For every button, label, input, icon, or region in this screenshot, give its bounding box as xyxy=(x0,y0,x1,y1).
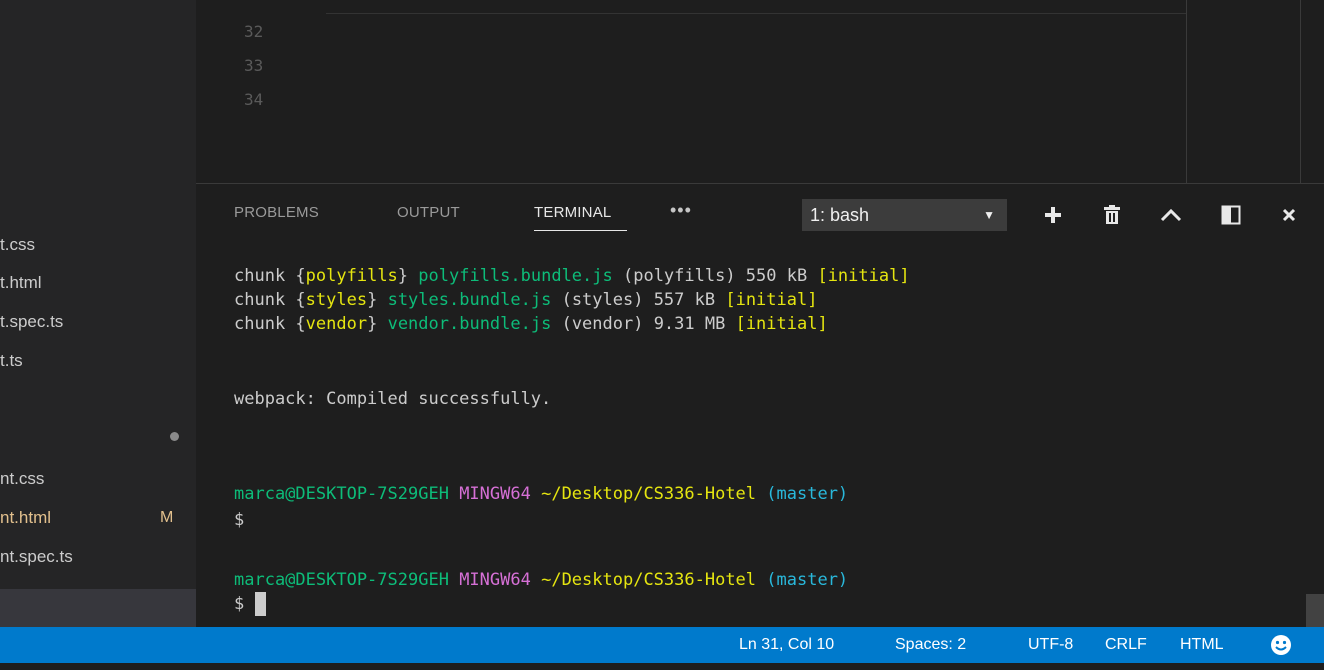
file-item[interactable]: t.css xyxy=(0,233,196,257)
bottom-panel: PROBLEMS OUTPUT TERMINAL ••• 1: bash ▼ c… xyxy=(196,183,1324,628)
file-name: nt.css xyxy=(0,469,45,488)
tab-problems[interactable]: PROBLEMS xyxy=(234,204,319,221)
smiley-icon[interactable] xyxy=(1270,634,1292,656)
tab-output[interactable]: OUTPUT xyxy=(397,204,460,221)
terminal-prompt: marca@DESKTOP-7S29GEH MINGW64 ~/Desktop/… xyxy=(234,484,849,504)
file-name: nt.spec.ts xyxy=(0,547,73,566)
file-name: t.spec.ts xyxy=(0,312,64,331)
scrollbar-ruler xyxy=(1300,0,1301,183)
language-mode[interactable]: HTML xyxy=(1180,627,1224,663)
terminal-output[interactable]: chunk {polyfills} polyfills.bundle.js (p… xyxy=(234,264,1294,616)
git-status-badge: M xyxy=(160,509,174,526)
editor-scroll-shadow xyxy=(326,13,1186,14)
close-icon[interactable] xyxy=(1274,200,1304,230)
file-name: nt.html xyxy=(0,508,52,527)
file-item[interactable]: t.html xyxy=(0,271,196,295)
code-editor[interactable]: 32 33 34 xyxy=(196,0,1324,183)
file-item-modified[interactable]: nt.html M xyxy=(0,506,196,530)
unsaved-dot-icon xyxy=(170,432,179,441)
tab-terminal[interactable]: TERMINAL xyxy=(534,204,611,221)
status-bar: Ln 31, Col 10 Spaces: 2 UTF-8 CRLF HTML xyxy=(0,627,1324,663)
split-panel-icon[interactable] xyxy=(1216,200,1246,230)
encoding-setting[interactable]: UTF-8 xyxy=(1028,627,1073,663)
chevron-down-icon: ▼ xyxy=(983,208,995,222)
terminal-line: chunk {vendor} vendor.bundle.js (vendor)… xyxy=(234,314,828,334)
plus-icon[interactable] xyxy=(1038,200,1068,230)
explorer-sidebar: t.css t.html t.spec.ts t.ts nt.css nt.ht… xyxy=(0,0,196,627)
file-item[interactable]: nt.css xyxy=(0,467,196,491)
file-item[interactable]: t.spec.ts xyxy=(0,310,196,334)
terminal-select-value: 1: bash xyxy=(810,205,870,225)
terminal-scrollbar[interactable] xyxy=(1306,594,1324,628)
line-number: 33 xyxy=(244,56,264,75)
chevron-up-icon[interactable] xyxy=(1156,200,1186,230)
file-name: t.css xyxy=(0,235,35,254)
eol-setting[interactable]: CRLF xyxy=(1105,627,1147,663)
file-item[interactable]: t.ts xyxy=(0,349,196,373)
line-number: 34 xyxy=(244,90,264,109)
terminal-prompt-symbol: $ xyxy=(234,510,245,530)
terminal-cursor xyxy=(254,592,266,616)
more-actions-icon[interactable]: ••• xyxy=(670,200,692,221)
sidebar-selected-row[interactable] xyxy=(0,589,196,627)
file-item[interactable]: nt.spec.ts xyxy=(0,545,196,569)
terminal-line: chunk {styles} styles.bundle.js (styles)… xyxy=(234,290,818,310)
cursor-position[interactable]: Ln 31, Col 10 xyxy=(739,627,834,663)
terminal-line: webpack: Compiled successfully. xyxy=(234,389,552,409)
terminal-select[interactable]: 1: bash ▼ xyxy=(802,199,1007,231)
file-name: t.ts xyxy=(0,351,23,370)
indentation-setting[interactable]: Spaces: 2 xyxy=(895,627,966,663)
terminal-line: chunk {polyfills} polyfills.bundle.js (p… xyxy=(234,266,910,286)
line-number: 32 xyxy=(244,22,264,41)
terminal-prompt: marca@DESKTOP-7S29GEH MINGW64 ~/Desktop/… xyxy=(234,570,849,590)
file-name: t.html xyxy=(0,273,42,292)
terminal-input-line[interactable]: $ xyxy=(234,592,266,616)
minimap-ruler xyxy=(1186,0,1187,183)
active-tab-indicator xyxy=(534,230,627,231)
trash-icon[interactable] xyxy=(1097,200,1127,230)
